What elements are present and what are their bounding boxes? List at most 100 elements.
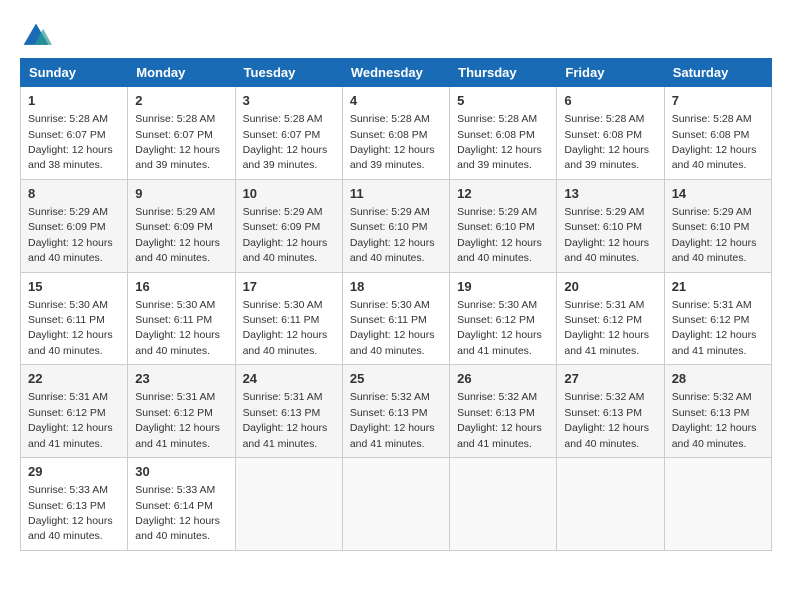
day-info: Sunrise: 5:32 AMSunset: 6:13 PMDaylight:… (564, 391, 649, 449)
day-info: Sunrise: 5:28 AMSunset: 6:07 PMDaylight:… (135, 113, 220, 171)
calendar-cell: 17 Sunrise: 5:30 AMSunset: 6:11 PMDaylig… (235, 272, 342, 365)
day-number: 29 (28, 463, 120, 481)
day-number: 11 (350, 185, 442, 203)
week-row-3: 15 Sunrise: 5:30 AMSunset: 6:11 PMDaylig… (21, 272, 772, 365)
calendar-cell: 30 Sunrise: 5:33 AMSunset: 6:14 PMDaylig… (128, 458, 235, 551)
week-row-1: 1 Sunrise: 5:28 AMSunset: 6:07 PMDayligh… (21, 87, 772, 180)
day-number: 27 (564, 370, 656, 388)
logo-icon (20, 20, 52, 52)
calendar-header-row: SundayMondayTuesdayWednesdayThursdayFrid… (21, 59, 772, 87)
day-info: Sunrise: 5:33 AMSunset: 6:13 PMDaylight:… (28, 484, 113, 542)
day-info: Sunrise: 5:32 AMSunset: 6:13 PMDaylight:… (457, 391, 542, 449)
day-number: 22 (28, 370, 120, 388)
calendar-cell: 11 Sunrise: 5:29 AMSunset: 6:10 PMDaylig… (342, 179, 449, 272)
day-info: Sunrise: 5:28 AMSunset: 6:08 PMDaylight:… (564, 113, 649, 171)
calendar-cell: 6 Sunrise: 5:28 AMSunset: 6:08 PMDayligh… (557, 87, 664, 180)
calendar-cell: 29 Sunrise: 5:33 AMSunset: 6:13 PMDaylig… (21, 458, 128, 551)
day-info: Sunrise: 5:28 AMSunset: 6:08 PMDaylight:… (457, 113, 542, 171)
day-number: 2 (135, 92, 227, 110)
day-number: 19 (457, 278, 549, 296)
day-info: Sunrise: 5:31 AMSunset: 6:13 PMDaylight:… (243, 391, 328, 449)
page-header (20, 20, 772, 52)
day-info: Sunrise: 5:30 AMSunset: 6:11 PMDaylight:… (28, 299, 113, 357)
day-number: 20 (564, 278, 656, 296)
calendar-cell: 27 Sunrise: 5:32 AMSunset: 6:13 PMDaylig… (557, 365, 664, 458)
day-number: 17 (243, 278, 335, 296)
header-friday: Friday (557, 59, 664, 87)
calendar-table: SundayMondayTuesdayWednesdayThursdayFrid… (20, 58, 772, 551)
calendar-cell: 3 Sunrise: 5:28 AMSunset: 6:07 PMDayligh… (235, 87, 342, 180)
day-number: 30 (135, 463, 227, 481)
day-info: Sunrise: 5:30 AMSunset: 6:11 PMDaylight:… (135, 299, 220, 357)
calendar-cell: 20 Sunrise: 5:31 AMSunset: 6:12 PMDaylig… (557, 272, 664, 365)
day-info: Sunrise: 5:32 AMSunset: 6:13 PMDaylight:… (350, 391, 435, 449)
day-number: 15 (28, 278, 120, 296)
calendar-cell: 21 Sunrise: 5:31 AMSunset: 6:12 PMDaylig… (664, 272, 771, 365)
header-monday: Monday (128, 59, 235, 87)
day-number: 1 (28, 92, 120, 110)
day-number: 12 (457, 185, 549, 203)
header-thursday: Thursday (450, 59, 557, 87)
week-row-4: 22 Sunrise: 5:31 AMSunset: 6:12 PMDaylig… (21, 365, 772, 458)
calendar-cell: 26 Sunrise: 5:32 AMSunset: 6:13 PMDaylig… (450, 365, 557, 458)
day-info: Sunrise: 5:29 AMSunset: 6:09 PMDaylight:… (243, 206, 328, 264)
day-number: 24 (243, 370, 335, 388)
day-number: 3 (243, 92, 335, 110)
calendar-cell: 1 Sunrise: 5:28 AMSunset: 6:07 PMDayligh… (21, 87, 128, 180)
day-info: Sunrise: 5:29 AMSunset: 6:09 PMDaylight:… (28, 206, 113, 264)
calendar-cell: 22 Sunrise: 5:31 AMSunset: 6:12 PMDaylig… (21, 365, 128, 458)
calendar-cell (235, 458, 342, 551)
calendar-cell: 13 Sunrise: 5:29 AMSunset: 6:10 PMDaylig… (557, 179, 664, 272)
day-number: 26 (457, 370, 549, 388)
calendar-cell: 28 Sunrise: 5:32 AMSunset: 6:13 PMDaylig… (664, 365, 771, 458)
day-info: Sunrise: 5:31 AMSunset: 6:12 PMDaylight:… (672, 299, 757, 357)
day-number: 25 (350, 370, 442, 388)
day-number: 10 (243, 185, 335, 203)
day-number: 4 (350, 92, 442, 110)
day-info: Sunrise: 5:29 AMSunset: 6:10 PMDaylight:… (672, 206, 757, 264)
day-info: Sunrise: 5:29 AMSunset: 6:10 PMDaylight:… (564, 206, 649, 264)
day-info: Sunrise: 5:28 AMSunset: 6:07 PMDaylight:… (28, 113, 113, 171)
week-row-2: 8 Sunrise: 5:29 AMSunset: 6:09 PMDayligh… (21, 179, 772, 272)
day-info: Sunrise: 5:31 AMSunset: 6:12 PMDaylight:… (28, 391, 113, 449)
calendar-cell: 8 Sunrise: 5:29 AMSunset: 6:09 PMDayligh… (21, 179, 128, 272)
day-number: 21 (672, 278, 764, 296)
day-number: 14 (672, 185, 764, 203)
day-info: Sunrise: 5:29 AMSunset: 6:09 PMDaylight:… (135, 206, 220, 264)
calendar-cell: 19 Sunrise: 5:30 AMSunset: 6:12 PMDaylig… (450, 272, 557, 365)
day-number: 18 (350, 278, 442, 296)
header-sunday: Sunday (21, 59, 128, 87)
day-info: Sunrise: 5:28 AMSunset: 6:07 PMDaylight:… (243, 113, 328, 171)
calendar-cell (664, 458, 771, 551)
header-tuesday: Tuesday (235, 59, 342, 87)
day-info: Sunrise: 5:32 AMSunset: 6:13 PMDaylight:… (672, 391, 757, 449)
day-number: 5 (457, 92, 549, 110)
day-number: 28 (672, 370, 764, 388)
day-number: 16 (135, 278, 227, 296)
calendar-cell: 25 Sunrise: 5:32 AMSunset: 6:13 PMDaylig… (342, 365, 449, 458)
day-number: 8 (28, 185, 120, 203)
day-number: 13 (564, 185, 656, 203)
calendar-cell (557, 458, 664, 551)
calendar-cell: 23 Sunrise: 5:31 AMSunset: 6:12 PMDaylig… (128, 365, 235, 458)
calendar-cell: 9 Sunrise: 5:29 AMSunset: 6:09 PMDayligh… (128, 179, 235, 272)
calendar-cell: 15 Sunrise: 5:30 AMSunset: 6:11 PMDaylig… (21, 272, 128, 365)
day-info: Sunrise: 5:29 AMSunset: 6:10 PMDaylight:… (350, 206, 435, 264)
calendar-cell: 16 Sunrise: 5:30 AMSunset: 6:11 PMDaylig… (128, 272, 235, 365)
calendar-cell: 5 Sunrise: 5:28 AMSunset: 6:08 PMDayligh… (450, 87, 557, 180)
day-info: Sunrise: 5:33 AMSunset: 6:14 PMDaylight:… (135, 484, 220, 542)
calendar-cell: 7 Sunrise: 5:28 AMSunset: 6:08 PMDayligh… (664, 87, 771, 180)
day-info: Sunrise: 5:30 AMSunset: 6:12 PMDaylight:… (457, 299, 542, 357)
logo (20, 20, 56, 52)
calendar-cell: 2 Sunrise: 5:28 AMSunset: 6:07 PMDayligh… (128, 87, 235, 180)
day-info: Sunrise: 5:31 AMSunset: 6:12 PMDaylight:… (564, 299, 649, 357)
calendar-cell: 18 Sunrise: 5:30 AMSunset: 6:11 PMDaylig… (342, 272, 449, 365)
day-info: Sunrise: 5:28 AMSunset: 6:08 PMDaylight:… (672, 113, 757, 171)
calendar-cell (450, 458, 557, 551)
day-info: Sunrise: 5:28 AMSunset: 6:08 PMDaylight:… (350, 113, 435, 171)
day-info: Sunrise: 5:29 AMSunset: 6:10 PMDaylight:… (457, 206, 542, 264)
day-info: Sunrise: 5:30 AMSunset: 6:11 PMDaylight:… (243, 299, 328, 357)
calendar-cell: 14 Sunrise: 5:29 AMSunset: 6:10 PMDaylig… (664, 179, 771, 272)
header-wednesday: Wednesday (342, 59, 449, 87)
day-number: 9 (135, 185, 227, 203)
